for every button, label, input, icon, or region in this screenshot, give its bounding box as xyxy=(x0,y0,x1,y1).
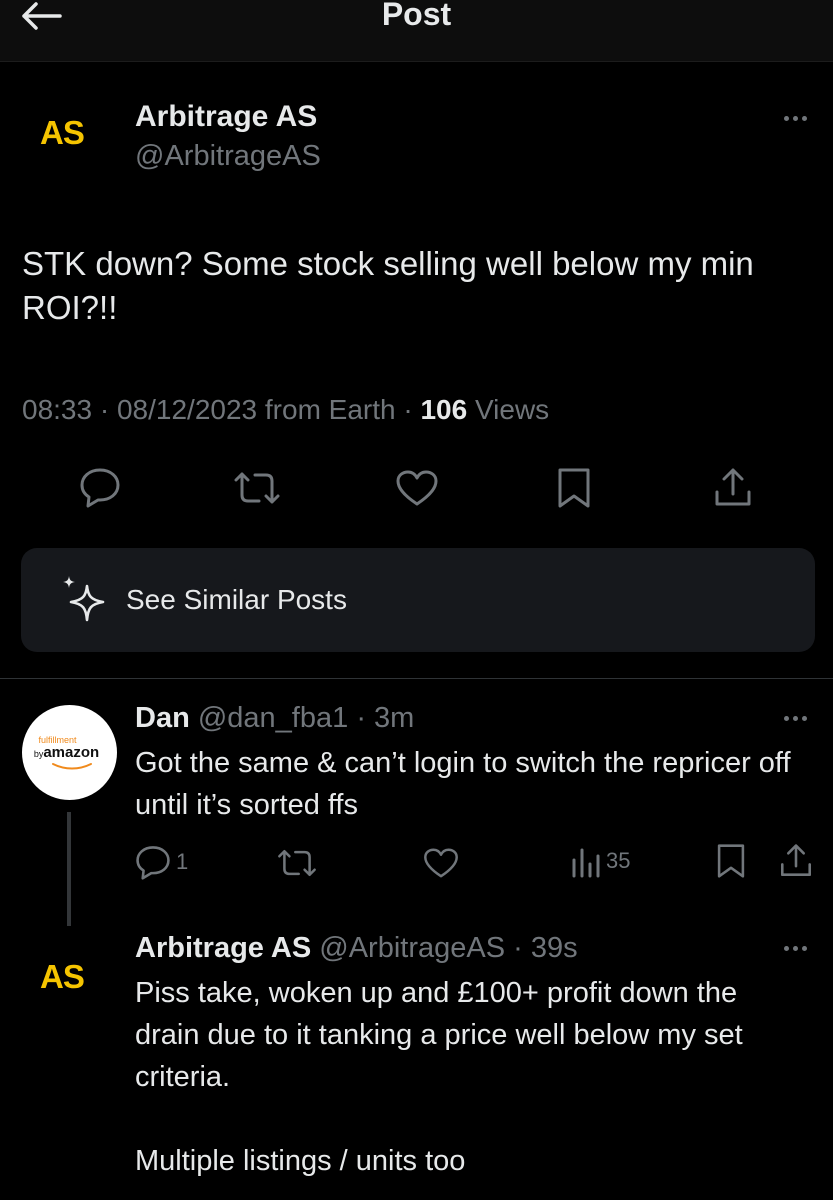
comment-icon xyxy=(80,468,120,508)
like-icon xyxy=(396,470,438,506)
more-options-button[interactable] xyxy=(775,108,815,128)
reply-avatar-as[interactable]: AS xyxy=(40,958,85,996)
separator-dot: · xyxy=(99,394,110,425)
reply-author-handle[interactable]: @dan_fba1 xyxy=(198,702,348,734)
views-chart-icon xyxy=(572,848,600,878)
post-meta: 08:33 · 08/12/2023 from Earth · 106 View… xyxy=(22,394,549,426)
see-similar-posts-label: See Similar Posts xyxy=(126,584,347,615)
dot-icon xyxy=(792,115,798,121)
reply-views-count: 35 xyxy=(606,848,631,873)
share-button[interactable] xyxy=(712,466,754,510)
bookmark-icon xyxy=(558,468,590,508)
reply-text-second-paragraph: Multiple listings / units too xyxy=(135,1145,466,1177)
divider xyxy=(0,678,833,679)
thread-line xyxy=(67,812,71,926)
dot-icon xyxy=(792,945,798,951)
comment-icon xyxy=(136,846,170,880)
dot-icon xyxy=(801,715,807,721)
reply-header: Dan @dan_fba1 · 3m xyxy=(135,702,414,735)
dot-icon xyxy=(783,115,789,121)
post-text: STK down? Some stock selling well below … xyxy=(22,245,754,326)
views-count[interactable]: 106 xyxy=(420,394,467,425)
reply-count: 1 xyxy=(176,849,189,874)
post-source: from Earth xyxy=(264,394,396,425)
comment-button[interactable] xyxy=(78,466,122,508)
author-avatar[interactable]: AS xyxy=(40,114,85,152)
dot-icon xyxy=(801,945,807,951)
reply-repost-button[interactable] xyxy=(276,846,318,880)
dot-icon xyxy=(783,945,789,951)
reply-text: Got the same & can’t login to switch the… xyxy=(135,747,791,821)
reply-author-name[interactable]: Dan xyxy=(135,702,190,734)
reply-time: 3m xyxy=(374,702,415,734)
dot-icon xyxy=(801,115,807,121)
reply-header: Arbitrage AS @ArbitrageAS · 39s xyxy=(135,932,578,965)
like-button[interactable] xyxy=(394,468,440,508)
reply-views-button[interactable]: 35 xyxy=(570,844,630,878)
reply-more-options-button[interactable] xyxy=(775,938,815,958)
share-icon xyxy=(715,468,751,506)
post-time: 08:33 xyxy=(22,394,93,425)
dot-icon xyxy=(783,715,789,721)
avatar-text-amazon: byamazon xyxy=(33,744,100,761)
reply-author-name[interactable]: Arbitrage AS xyxy=(135,932,311,964)
reply-bookmark-button[interactable] xyxy=(714,842,748,880)
reply-comment-button[interactable]: 1 xyxy=(134,844,188,880)
repost-button[interactable] xyxy=(232,468,282,508)
separator-dot: · xyxy=(505,932,531,964)
amazon-smile-icon xyxy=(51,763,92,770)
author-handle[interactable]: @ArbitrageAS xyxy=(135,140,321,173)
dot-icon xyxy=(792,715,798,721)
repost-icon xyxy=(278,849,316,877)
sparkle-icon xyxy=(63,576,105,622)
separator-dot: · xyxy=(403,394,413,425)
page-title: Post xyxy=(381,0,452,32)
post-date: 08/12/2023 xyxy=(116,394,258,425)
bookmark-button[interactable] xyxy=(554,466,594,510)
see-similar-posts-card[interactable]: See Similar Posts xyxy=(21,548,815,652)
reply-avatar-amazon[interactable]: fulfillment byamazon xyxy=(22,705,117,800)
views-label[interactable]: Views xyxy=(475,394,549,425)
reply-share-button[interactable] xyxy=(778,842,814,880)
reply-more-options-button[interactable] xyxy=(775,708,815,728)
reply-author-handle[interactable]: @ArbitrageAS xyxy=(319,932,505,964)
top-bar: Post xyxy=(0,0,833,62)
reply-text: Piss take, woken up and £100+ profit dow… xyxy=(135,977,743,1093)
share-icon xyxy=(781,844,811,876)
repost-icon xyxy=(234,472,280,504)
reply-time: 39s xyxy=(530,932,578,964)
separator-dot: · xyxy=(348,702,375,734)
bookmark-icon xyxy=(717,844,745,878)
author-name[interactable]: Arbitrage AS xyxy=(135,100,317,134)
like-icon xyxy=(424,848,458,878)
reply-like-button[interactable] xyxy=(422,846,460,880)
